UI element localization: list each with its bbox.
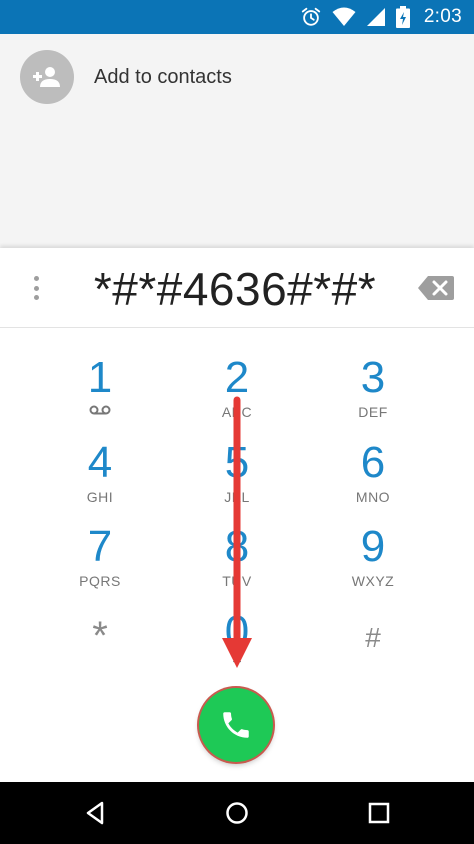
voicemail-icon (89, 405, 111, 415)
digits-row: *#*#4636#*#* (0, 248, 474, 328)
alarm-icon (301, 7, 320, 26)
key-digit: 7 (87, 522, 113, 571)
key-star[interactable]: * (30, 612, 170, 692)
recents-icon[interactable] (365, 799, 393, 827)
key-6[interactable]: 6 MNO (303, 439, 443, 519)
key-digit: 6 (360, 438, 386, 487)
key-digit: 5 (224, 438, 250, 487)
key-letters: WXYZ (351, 573, 395, 589)
key-letters: JKL (224, 489, 250, 505)
key-letters: PQRS (79, 573, 121, 589)
key-1[interactable]: 1 (30, 354, 170, 434)
key-0[interactable]: 0 + (167, 608, 307, 688)
home-icon[interactable] (223, 799, 251, 827)
key-3[interactable]: 3 DEF (303, 354, 443, 434)
avatar (20, 50, 74, 104)
phone-icon (223, 712, 249, 738)
key-7[interactable]: 7 PQRS (30, 523, 170, 603)
status-time: 2:03 (423, 6, 462, 27)
key-digit: 9 (360, 522, 386, 571)
backspace-icon[interactable] (418, 276, 454, 300)
key-2[interactable]: 2 ABC (167, 354, 307, 434)
navigation-bar (0, 782, 474, 844)
key-letters: ABC (221, 404, 253, 420)
key-hash[interactable]: # (303, 612, 443, 692)
status-bar: 2:03 (0, 0, 474, 34)
key-digit: 1 (87, 353, 113, 402)
key-digit: # (365, 622, 381, 653)
key-9[interactable]: 9 WXYZ (303, 523, 443, 603)
add-to-contacts-row[interactable]: Add to contacts (20, 50, 232, 104)
key-letters: MNO (355, 489, 391, 505)
key-8[interactable]: 8 TUV (167, 523, 307, 603)
add-person-icon (33, 67, 60, 87)
key-digit: 0 (224, 607, 250, 656)
wifi-icon (332, 7, 356, 26)
key-digit: 3 (360, 353, 386, 402)
key-4[interactable]: 4 GHI (30, 439, 170, 519)
add-to-contacts-label: Add to contacts (94, 65, 232, 88)
battery-charging-icon (395, 6, 410, 28)
key-digit: 8 (224, 522, 250, 571)
key-digit: 4 (87, 438, 113, 487)
key-digit: 2 (224, 353, 250, 402)
back-icon[interactable] (82, 799, 110, 827)
signal-icon (366, 8, 385, 26)
key-letters: DEF (358, 404, 388, 420)
more-vert-icon[interactable] (24, 273, 48, 303)
call-button[interactable] (199, 688, 273, 762)
key-letters: TUV (222, 573, 252, 589)
contact-suggestion-area: Add to contacts (0, 34, 474, 248)
key-letters: GHI (86, 489, 114, 505)
key-5[interactable]: 5 JKL (167, 439, 307, 519)
key-digit: * (92, 614, 108, 658)
key-letters: + (232, 654, 242, 671)
digits-field[interactable]: *#*#4636#*#* (70, 262, 400, 316)
